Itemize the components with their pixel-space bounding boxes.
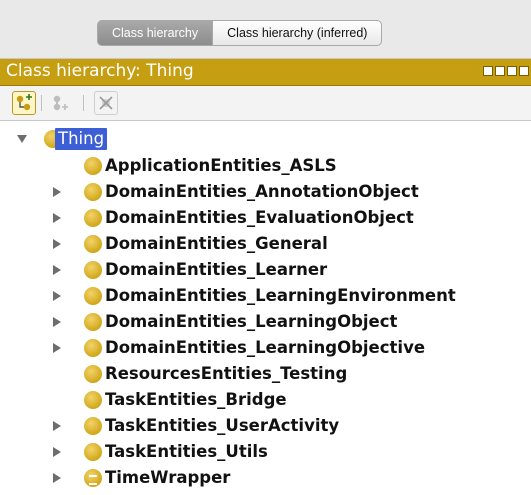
expand-arrow-icon[interactable] bbox=[53, 265, 61, 275]
expand-arrow-icon[interactable] bbox=[53, 317, 61, 327]
class-label: ResourcesEntities_Testing bbox=[105, 364, 348, 383]
tree-node[interactable]: DomainEntities_Learner bbox=[0, 257, 531, 283]
class-icon bbox=[84, 183, 102, 201]
maximize-icon[interactable] bbox=[507, 66, 517, 76]
toolbar-separator bbox=[41, 95, 42, 111]
equivalent-class-icon bbox=[84, 469, 102, 487]
class-icon bbox=[84, 313, 102, 331]
add-sibling-class-icon bbox=[53, 95, 68, 111]
class-label: DomainEntities_LearningEnvironment bbox=[105, 286, 456, 305]
class-label: DomainEntities_LearningObjective bbox=[105, 338, 426, 357]
add-sibling-class-button[interactable] bbox=[49, 91, 73, 115]
class-hierarchy-tree: Thing ApplicationEntities_ASLS DomainEnt… bbox=[0, 120, 531, 495]
class-icon bbox=[84, 261, 102, 279]
class-icon bbox=[84, 443, 102, 461]
minimize-icon[interactable] bbox=[495, 66, 505, 76]
expand-arrow-icon[interactable] bbox=[53, 343, 61, 353]
class-icon bbox=[84, 391, 102, 409]
tree-node[interactable]: TaskEntities_Bridge bbox=[0, 387, 531, 413]
class-icon bbox=[84, 287, 102, 305]
class-icon bbox=[84, 365, 102, 383]
delete-class-icon bbox=[99, 96, 113, 110]
class-icon bbox=[84, 417, 102, 435]
class-label: DomainEntities_EvaluationObject bbox=[105, 208, 414, 227]
collapse-arrow-icon[interactable] bbox=[17, 135, 27, 143]
class-label: TaskEntities_Utils bbox=[105, 442, 268, 461]
tree-node[interactable]: DomainEntities_AnnotationObject bbox=[0, 179, 531, 205]
expand-arrow-icon[interactable] bbox=[53, 473, 61, 483]
tab-row: Class hierarchy Class hierarchy (inferre… bbox=[97, 20, 383, 46]
close-icon[interactable] bbox=[519, 66, 529, 76]
class-label: TimeWrapper bbox=[105, 468, 231, 487]
panel-title-bar: Class hierarchy: Thing bbox=[0, 59, 531, 86]
tree-node[interactable]: ApplicationEntities_ASLS bbox=[0, 153, 531, 179]
tree-node[interactable]: TaskEntities_Utils bbox=[0, 439, 531, 465]
add-subclass-button[interactable] bbox=[12, 91, 36, 115]
tree-node[interactable]: DomainEntities_LearningObject bbox=[0, 309, 531, 335]
tree-node[interactable]: DomainEntities_General bbox=[0, 231, 531, 257]
tree-node[interactable]: DomainEntities_EvaluationObject bbox=[0, 205, 531, 231]
tab-class-hierarchy[interactable]: Class hierarchy bbox=[97, 20, 213, 46]
tree-node[interactable]: TimeWrapper bbox=[0, 465, 531, 491]
toolbar-separator bbox=[83, 95, 84, 111]
tab-class-hierarchy-inferred[interactable]: Class hierarchy (inferred) bbox=[212, 20, 383, 46]
class-label: DomainEntities_Learner bbox=[105, 260, 328, 279]
class-icon bbox=[84, 339, 102, 357]
class-icon bbox=[84, 209, 102, 227]
class-label: DomainEntities_LearningObject bbox=[105, 312, 398, 331]
expand-arrow-icon[interactable] bbox=[53, 421, 61, 431]
panel-title: Class hierarchy: Thing bbox=[6, 61, 194, 81]
hierarchy-toolbar bbox=[0, 86, 531, 121]
expand-arrow-icon[interactable] bbox=[53, 291, 61, 301]
add-subclass-icon bbox=[16, 94, 32, 111]
class-label: TaskEntities_UserActivity bbox=[105, 416, 340, 435]
class-label: DomainEntities_General bbox=[105, 234, 328, 253]
expand-arrow-icon[interactable] bbox=[53, 447, 61, 457]
expand-arrow-icon[interactable] bbox=[53, 213, 61, 223]
expand-arrow-icon[interactable] bbox=[53, 187, 61, 197]
tree-node-thing[interactable]: Thing bbox=[0, 126, 531, 152]
class-label: TaskEntities_Bridge bbox=[105, 390, 287, 409]
expand-arrow-icon[interactable] bbox=[53, 239, 61, 249]
delete-class-button[interactable] bbox=[94, 91, 118, 115]
class-icon bbox=[84, 157, 102, 175]
window-controls bbox=[483, 66, 529, 76]
tab-strip: Class hierarchy Class hierarchy (inferre… bbox=[0, 0, 531, 59]
tree-node[interactable]: ResourcesEntities_Testing bbox=[0, 361, 531, 387]
class-label: ApplicationEntities_ASLS bbox=[105, 156, 337, 175]
tree-node[interactable]: DomainEntities_LearningEnvironment bbox=[0, 283, 531, 309]
view-icon[interactable] bbox=[483, 66, 493, 76]
tree-node[interactable]: DomainEntities_LearningObjective bbox=[0, 335, 531, 361]
class-label: Thing bbox=[55, 128, 108, 150]
tree-node[interactable]: TaskEntities_UserActivity bbox=[0, 413, 531, 439]
class-label: DomainEntities_AnnotationObject bbox=[105, 182, 419, 201]
class-icon bbox=[84, 235, 102, 253]
